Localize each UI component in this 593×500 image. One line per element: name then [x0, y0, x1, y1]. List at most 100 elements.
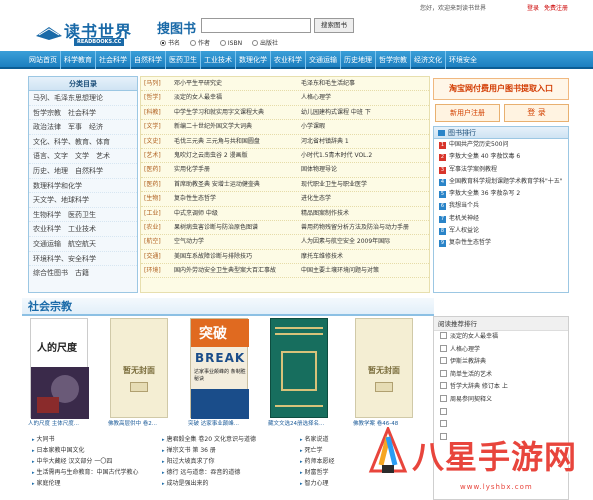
book-link[interactable]: 财富哲学 [300, 467, 335, 478]
book-link[interactable]: 名家说道 [300, 434, 335, 445]
register-link[interactable]: 免费注册 [544, 3, 568, 12]
book-link[interactable]: 国内外劳动安全卫生典型案大百汇事故 [174, 264, 276, 278]
category-tag[interactable]: [文学] [144, 120, 161, 134]
book-link[interactable]: 德行 远与道意：吞音的道德 [162, 467, 256, 478]
category-item[interactable]: 综合性图书 古籍 [29, 266, 137, 281]
recommend-item[interactable]: 简单生活的艺术 [434, 369, 568, 382]
book-link[interactable]: 空气动力学 [174, 235, 204, 249]
ranking-item[interactable]: 8 军人权益论 [434, 225, 568, 237]
recommend-item[interactable]: 哲学大辞典 修订本 上 [434, 381, 568, 394]
category-tag[interactable]: [医药] [144, 163, 161, 177]
nav-item-transport[interactable]: 交通运输 [306, 51, 341, 69]
category-item[interactable]: 生物科学 医药卫生 [29, 208, 137, 223]
category-item[interactable]: 环境科学、安全科学 [29, 252, 137, 267]
book-link[interactable]: 人为因素与航空安全 2009年国际 [301, 235, 390, 249]
nav-item-environment[interactable]: 环境安全 [446, 51, 480, 69]
nav-item-medicine[interactable]: 医药卫生 [166, 51, 201, 69]
ranking-item[interactable]: 1 中国共产党历史500问 [434, 139, 568, 151]
book-link[interactable]: 果树病虫害诊断与防治原色图谱 [174, 221, 258, 235]
book-link[interactable]: 进化生态学 [301, 192, 331, 206]
category-tag[interactable]: [生物] [144, 192, 161, 206]
book-link[interactable]: 死亡学 [300, 445, 335, 456]
recommend-item[interactable]: 人格心理学 [434, 344, 568, 357]
category-tag[interactable]: [环境] [144, 264, 161, 278]
book-link[interactable]: 毛伐三元典 三元角与共和国圆盘 [174, 135, 260, 149]
book-caption[interactable]: 藏文文选24册选择名... [268, 419, 338, 427]
ranking-item[interactable]: 4 全国教育科学规划课题学术教育学科"十五" [434, 176, 568, 188]
book-link[interactable]: 中式烹调师 中级 [174, 207, 218, 221]
book-caption[interactable]: 突破 达家事业颠峰... [188, 419, 258, 427]
book-link[interactable]: 人格心理学 [301, 91, 331, 105]
book-link[interactable]: 美国车系故障诊断与排除技巧 [174, 250, 252, 264]
book-cover-renren[interactable]: 人的尺度 [30, 318, 89, 419]
book-link[interactable]: 智力心理 [300, 478, 335, 489]
category-item[interactable]: 文化、科学、教育、体育 [29, 135, 137, 150]
search-button[interactable]: 搜索图书 [314, 18, 354, 33]
category-tag[interactable]: [科教] [144, 106, 161, 120]
book-link[interactable]: 唐君毅全集 卷20 文化意识与道德 [162, 434, 256, 445]
nav-item-social-science[interactable]: 社会科学 [96, 51, 131, 69]
book-caption[interactable]: 人的尺度 主体尺度... [28, 419, 98, 427]
ranking-item[interactable]: 5 李敖大全集 36 李敖杂写 2 [434, 188, 568, 200]
category-tag[interactable]: [农业] [144, 221, 161, 235]
ranking-item[interactable]: 6 我想当个兵 [434, 200, 568, 212]
search-option-author[interactable]: 作者 [189, 38, 210, 47]
category-tag[interactable]: [马列] [144, 77, 161, 91]
book-link[interactable]: 中华大藏经 汉文部分 一〇四 [32, 456, 139, 467]
book-link[interactable]: 家庭伦理 [32, 478, 139, 489]
book-link[interactable]: 成功是强出来的 [162, 478, 256, 489]
search-option-isbn[interactable]: ISBN [219, 40, 242, 47]
recommend-item[interactable]: 周易参同契释义 [434, 394, 568, 407]
book-link[interactable]: 药师本愿经 [300, 456, 335, 467]
book-link[interactable]: 毛泽东和毛生活纪事 [301, 77, 355, 91]
login-button[interactable]: 登 录 [504, 104, 569, 122]
book-link[interactable]: 小学课暇 [301, 120, 325, 134]
ranking-item[interactable]: 2 李敖大全集 40 李敖饮毒 6 [434, 151, 568, 163]
category-item[interactable]: 数理科学和化学 [29, 179, 137, 194]
book-caption[interactable]: 佛教高层供中 卷2... [108, 419, 178, 427]
book-link[interactable]: 新编二十世纪外国文学大词典 [174, 120, 252, 134]
recommend-item[interactable]: 伊斯兰教辞典 [434, 356, 568, 369]
book-cover-break[interactable]: 突破 BREAK 达家事业颠峰的 条制胜秘诀 [190, 318, 249, 419]
nav-item-philosophy[interactable]: 哲学宗教 [376, 51, 411, 69]
book-link[interactable]: 实用化学手册 [174, 163, 210, 177]
search-option-title[interactable]: 书名 [160, 38, 180, 47]
book-link[interactable]: 鬼吹灯之云南虫谷 2 漫画版 [174, 149, 248, 163]
category-item[interactable]: 农业科学 工业技术 [29, 222, 137, 237]
search-option-publisher[interactable]: 出版社 [251, 38, 278, 47]
book-link[interactable]: 河北省村镇辞典 1 [301, 135, 349, 149]
book-cover-placeholder[interactable]: 暂无封面 [355, 318, 413, 418]
book-cover-placeholder[interactable]: 暂无封面 [110, 318, 168, 418]
book-cover-tibetan[interactable] [270, 318, 328, 418]
category-item[interactable]: 语言、文字 文学 艺术 [29, 149, 137, 164]
new-user-register-button[interactable]: 新用户注册 [435, 104, 500, 122]
recommend-item[interactable] [434, 407, 568, 420]
nav-item-home[interactable]: 网站首页 [26, 51, 61, 69]
book-link[interactable]: 幼儿园建构式课程 中班 下 [301, 106, 371, 120]
category-item[interactable]: 天文学、地球科学 [29, 193, 137, 208]
ranking-item[interactable]: 3 军事法学案例教程 [434, 164, 568, 176]
site-logo[interactable]: 读书世界 READBOOKS.CC [34, 16, 144, 48]
category-item[interactable]: 历史、地理 自然科学 [29, 164, 137, 179]
book-link[interactable]: 日本家教中国文化 [32, 445, 139, 456]
ranking-item[interactable]: 7 老机关神经 [434, 213, 568, 225]
taobao-promo-banner[interactable]: 淘宝网付费用户图书提取入口 [433, 78, 569, 100]
nav-item-math-chem[interactable]: 数理化学 [236, 51, 271, 69]
recommend-item[interactable]: 淡定的女人最幸福 [434, 331, 568, 344]
book-link[interactable]: 复杂性生态哲学 [174, 192, 216, 206]
category-item[interactable]: 交通运输 航空航天 [29, 237, 137, 252]
book-link[interactable]: 生活需再与生命教育：中国古代学教心 [32, 467, 139, 478]
ranking-item[interactable]: 9 复杂性生态哲学 [434, 237, 568, 249]
nav-item-economy[interactable]: 经济文化 [411, 51, 446, 69]
book-link[interactable]: 兽用药物残留分析方法及防治与动力手册 [301, 221, 409, 235]
category-tag[interactable]: [航空] [144, 235, 161, 249]
book-link[interactable]: 小时代1.5青木时代 VOL.2 [301, 149, 372, 163]
category-tag[interactable]: [医药] [144, 178, 161, 192]
book-link[interactable]: 禅宗文书 第 36 册 [162, 445, 256, 456]
book-link[interactable]: 首席助教圣典 安增士运动健壶典 [174, 178, 260, 192]
category-item[interactable]: 马列、毛泽东思想理论 [29, 91, 137, 106]
book-link[interactable]: 现代职业卫生与职业医学 [301, 178, 367, 192]
nav-item-natural-science[interactable]: 自然科学 [131, 51, 166, 69]
book-link[interactable]: 邓小平生平研究史 [174, 77, 222, 91]
book-link[interactable]: 固体物理导论 [301, 163, 337, 177]
